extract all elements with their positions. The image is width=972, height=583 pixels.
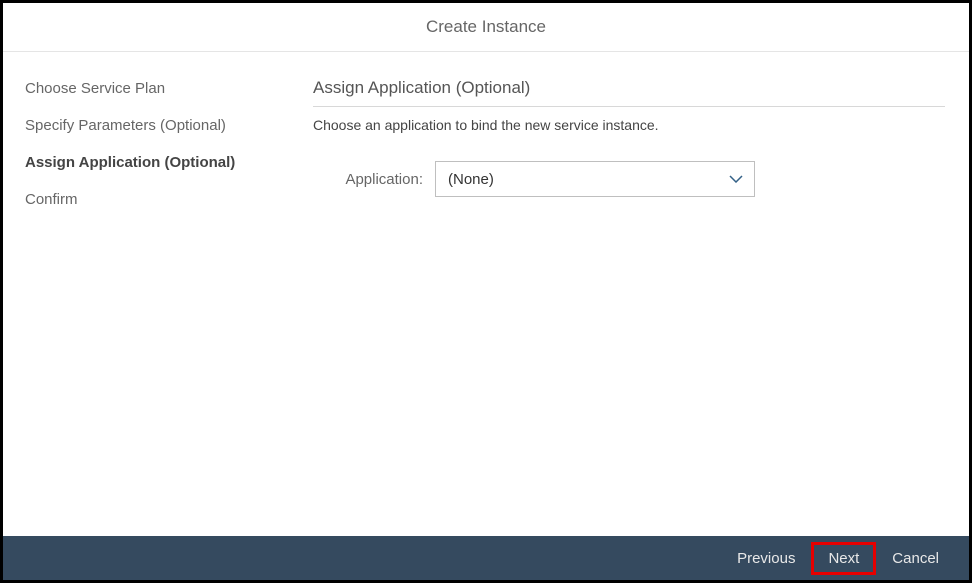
application-row: Application: (None) bbox=[313, 161, 945, 197]
application-label: Application: bbox=[333, 171, 423, 188]
previous-button[interactable]: Previous bbox=[721, 542, 811, 575]
application-select-value: (None) bbox=[435, 161, 755, 197]
dialog-body: Choose Service Plan Specify Parameters (… bbox=[3, 52, 969, 536]
application-selected-text: (None) bbox=[448, 171, 494, 188]
step-label: Confirm bbox=[25, 191, 78, 208]
dialog-header: Create Instance bbox=[3, 3, 969, 52]
step-content: Assign Application (Optional) Choose an … bbox=[303, 52, 969, 536]
step-confirm[interactable]: Confirm bbox=[25, 191, 303, 208]
step-assign-application[interactable]: Assign Application (Optional) bbox=[25, 154, 303, 171]
section-description: Choose an application to bind the new se… bbox=[313, 117, 945, 133]
step-choose-service-plan[interactable]: Choose Service Plan bbox=[25, 80, 303, 97]
next-button[interactable]: Next bbox=[811, 542, 876, 575]
dialog-footer: Previous Next Cancel bbox=[3, 536, 969, 580]
step-specify-parameters[interactable]: Specify Parameters (Optional) bbox=[25, 117, 303, 134]
cancel-button[interactable]: Cancel bbox=[876, 542, 955, 575]
application-select[interactable]: (None) bbox=[435, 161, 755, 197]
section-title: Assign Application (Optional) bbox=[313, 78, 945, 107]
dialog-title: Create Instance bbox=[426, 17, 546, 36]
step-label: Assign Application (Optional) bbox=[25, 154, 235, 171]
create-instance-dialog: Create Instance Choose Service Plan Spec… bbox=[3, 3, 969, 580]
wizard-steps-sidebar: Choose Service Plan Specify Parameters (… bbox=[3, 52, 303, 536]
step-label: Specify Parameters (Optional) bbox=[25, 117, 226, 134]
step-label: Choose Service Plan bbox=[25, 80, 165, 97]
